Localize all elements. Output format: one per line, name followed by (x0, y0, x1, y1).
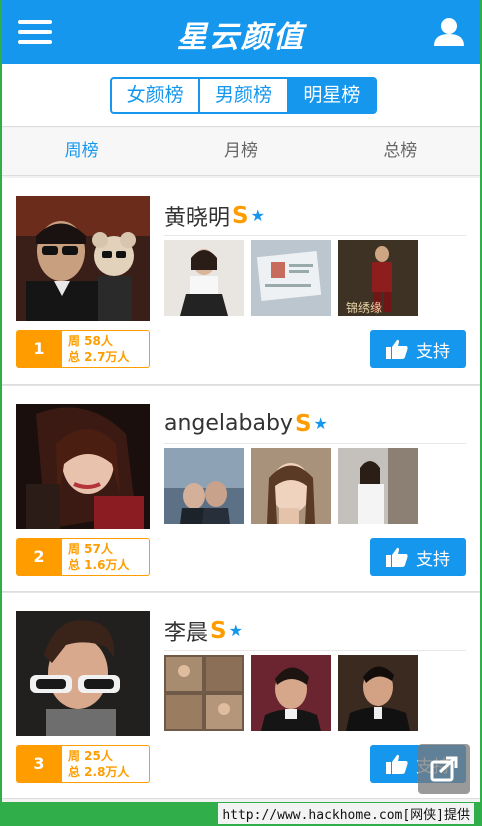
category-segmented-control: 女颜榜 男颜榜 明星榜 (110, 77, 377, 114)
weekly-votes: 周 25人 (68, 749, 113, 763)
footer-bar: http://www.hackhome.com[网侠]提供 (0, 802, 482, 826)
tab-star[interactable]: 明星榜 (288, 79, 375, 112)
star-icon: ★ (250, 206, 265, 225)
period-tabs: 周榜 月榜 总榜 (2, 128, 480, 176)
photo-thumbnail[interactable] (251, 655, 331, 731)
rank-grade-badge: S (294, 410, 312, 437)
thumbs-up-icon (386, 547, 408, 567)
movie-caption: 锦绣缘 (346, 301, 382, 315)
star-icon: ★ (228, 621, 243, 640)
tab-female[interactable]: 女颜榜 (112, 79, 201, 112)
weekly-votes: 周 58人 (68, 334, 113, 348)
rank-number: 2 (16, 538, 62, 576)
name-row: 李晨 S ★ (164, 611, 466, 651)
support-button[interactable]: 支持 (370, 538, 466, 576)
tab-male[interactable]: 男颜榜 (200, 79, 289, 112)
total-votes: 总 2.7万人 (68, 350, 130, 364)
photo-thumbnail[interactable] (338, 655, 418, 731)
photo-thumbnail[interactable] (164, 240, 244, 316)
category-bar: 女颜榜 男颜榜 明星榜 (2, 64, 480, 127)
rank-info: 2 周 57人 总 1.6万人 (16, 538, 150, 576)
photo-thumbnail[interactable] (164, 655, 244, 731)
support-label: 支持 (416, 341, 450, 362)
list-item: 黄晓明 S ★ 锦绣缘 1 周 58人 总 2.7万人 支持 (2, 178, 480, 385)
photo-thumbnail[interactable]: 锦绣缘 (338, 240, 418, 316)
vote-stats: 周 25人 总 2.8万人 (62, 745, 150, 783)
thumbs-up-icon (386, 754, 408, 774)
star-name[interactable]: angelababy (164, 411, 293, 436)
photo-thumbnail[interactable] (251, 240, 331, 316)
avatar[interactable] (16, 196, 150, 321)
star-icon: ★ (313, 414, 328, 433)
weekly-votes: 周 57人 (68, 542, 113, 556)
vote-stats: 周 58人 总 2.7万人 (62, 330, 150, 368)
list-item: 李晨 S ★ 3 周 25人 总 2.8万人 (2, 592, 480, 799)
name-row: 黄晓明 S ★ (164, 196, 466, 236)
photo-thumbnail[interactable] (251, 448, 331, 524)
vote-stats: 周 57人 总 1.6万人 (62, 538, 150, 576)
list-item: angelababy S ★ 2 周 57人 总 1.6万人 支持 (2, 385, 480, 592)
photo-strip (164, 655, 424, 731)
photo-thumbnail[interactable] (338, 448, 418, 524)
rank-number: 3 (16, 745, 62, 783)
ranking-list: 黄晓明 S ★ 锦绣缘 1 周 58人 总 2.7万人 支持 angelabab… (2, 178, 480, 799)
name-row: angelababy S ★ (164, 404, 466, 444)
thumbs-up-icon (386, 339, 408, 359)
star-name[interactable]: 李晨 (164, 615, 208, 647)
rank-info: 1 周 58人 总 2.7万人 (16, 330, 150, 368)
top-bar: 星云颜值 (2, 0, 480, 64)
user-icon[interactable] (432, 16, 466, 48)
app-title: 星云颜值 (177, 20, 305, 55)
total-votes: 总 1.6万人 (68, 558, 130, 572)
avatar[interactable] (16, 611, 150, 736)
rank-info: 3 周 25人 总 2.8万人 (16, 745, 150, 783)
avatar[interactable] (16, 404, 150, 529)
star-name[interactable]: 黄晓明 (164, 200, 230, 232)
support-label: 支持 (416, 549, 450, 570)
total-votes: 总 2.8万人 (68, 765, 130, 779)
photo-strip (164, 448, 424, 524)
tab-total[interactable]: 总榜 (321, 128, 480, 175)
tab-weekly[interactable]: 周榜 (2, 128, 161, 175)
photo-strip: 锦绣缘 (164, 240, 424, 316)
support-button[interactable]: 支持 (370, 330, 466, 368)
app-screen: 星云颜值 女颜榜 男颜榜 明星榜 周榜 月榜 总榜 黄晓明 S ★ 锦绣缘 1 … (0, 0, 482, 802)
watermark-text: http://www.hackhome.com[网侠]提供 (218, 803, 474, 824)
share-button[interactable] (418, 744, 470, 794)
rank-number: 1 (16, 330, 62, 368)
photo-thumbnail[interactable] (164, 448, 244, 524)
rank-grade-badge: S (232, 202, 249, 229)
share-icon (430, 756, 458, 782)
rank-grade-badge: S (210, 617, 227, 644)
tab-monthly[interactable]: 月榜 (161, 128, 320, 175)
